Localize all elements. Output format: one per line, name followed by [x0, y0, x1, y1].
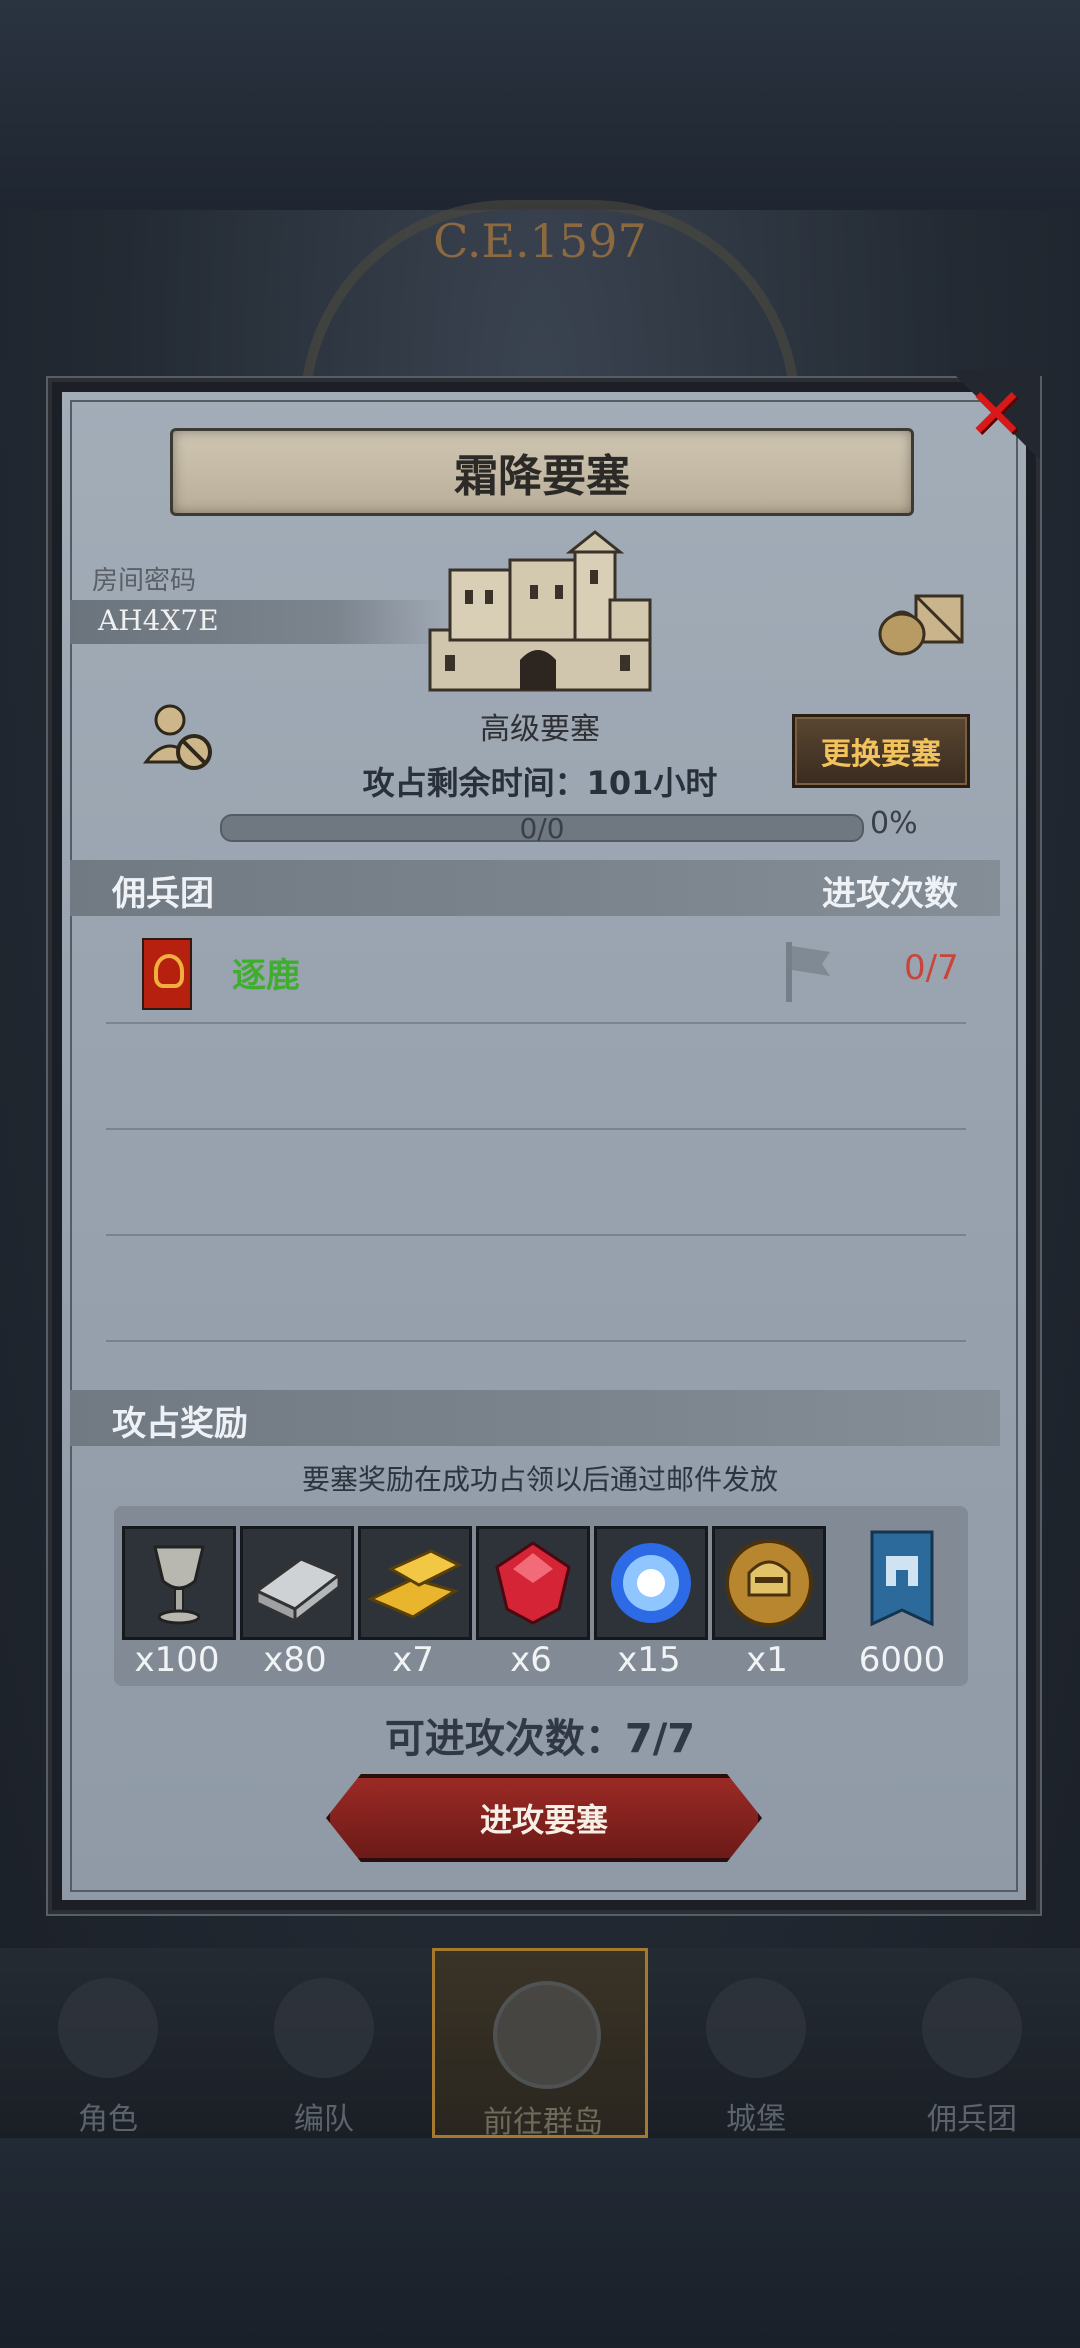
close-icon[interactable]: ✕ — [960, 378, 1032, 450]
reward-item-medal[interactable] — [712, 1526, 826, 1640]
title-banner: 霜降要塞 — [170, 428, 914, 516]
row-divider — [106, 1022, 966, 1024]
supplies-icon[interactable] — [876, 588, 966, 658]
nav-label: 角色 — [78, 2102, 138, 2137]
nav-item-islands[interactable]: 前往群岛 — [432, 1948, 648, 2140]
compass-map-icon — [493, 1981, 601, 2089]
knight-icon — [58, 1978, 158, 2078]
nav-item-castle[interactable]: 城堡 — [648, 1948, 864, 2138]
year-label: C.E.1597 — [433, 214, 647, 268]
change-fortress-button[interactable]: 更换要塞 — [792, 714, 970, 788]
change-fortress-label: 更换要塞 — [821, 737, 941, 772]
reward-qty: x1 — [746, 1640, 788, 1680]
row-divider — [106, 1234, 966, 1236]
reward-item-crystal[interactable] — [594, 1526, 708, 1640]
nav-item-formation[interactable]: 编队 — [216, 1948, 432, 2138]
attack-fortress-button[interactable]: 进攻要塞 — [326, 1774, 762, 1862]
guild-attack-count: 0/7 — [904, 948, 959, 988]
nav-label: 佣兵团 — [927, 2102, 1017, 2137]
fortress-banner-icon — [870, 1530, 934, 1627]
mercenary-section-title: 佣兵团 — [112, 874, 214, 914]
capture-progress-bar: 0/0 — [220, 812, 864, 845]
reward-qty: x100 — [134, 1640, 220, 1680]
row-divider — [106, 1340, 966, 1342]
blue-crystal-icon — [611, 1543, 691, 1623]
progress-text: 0/0 — [519, 812, 565, 845]
castle-icon — [428, 530, 652, 692]
helmet-medal-icon — [725, 1539, 813, 1627]
castle-icon — [706, 1978, 806, 2078]
reward-item-banner[interactable] — [848, 1526, 956, 1634]
flag-icon — [786, 942, 830, 1002]
gold-bars-icon — [367, 1549, 463, 1619]
chalice-icon — [153, 1545, 205, 1625]
nav-item-character[interactable]: 角色 — [0, 1948, 216, 2138]
reward-note: 要塞奖励在成功占领以后通过邮件发放 — [301, 1463, 778, 1496]
guild-name[interactable]: 逐鹿 — [232, 948, 300, 997]
nav-label: 城堡 — [726, 2102, 786, 2137]
reward-qty: 6000 — [858, 1640, 946, 1680]
reward-item-chalice[interactable] — [122, 1526, 236, 1640]
nav-item-mercenary[interactable]: 佣兵团 — [864, 1948, 1080, 2138]
leave-group-icon[interactable] — [142, 700, 216, 774]
time-remaining-value: 101小时 — [586, 764, 718, 802]
guild-banner-icon — [142, 938, 192, 1010]
remaining-attempts: 可进攻次数：7/7 — [384, 1716, 696, 1762]
nav-label: 编队 — [294, 2102, 354, 2137]
mercenary-icon — [922, 1978, 1022, 2078]
reward-section-title: 攻占奖励 — [112, 1404, 248, 1444]
reward-item-gold[interactable] — [358, 1526, 472, 1640]
progress-percent: 0% — [870, 806, 918, 841]
page-title: 霜降要塞 — [454, 451, 630, 502]
reward-item-iron[interactable] — [240, 1526, 354, 1640]
iron-ingot-icon — [254, 1557, 342, 1625]
bottom-band — [0, 2138, 1080, 2346]
reward-item-ruby[interactable] — [476, 1526, 590, 1640]
ruby-icon — [495, 1541, 571, 1625]
room-code-value[interactable]: AH4X7E — [98, 604, 219, 637]
attack-fortress-label: 进攻要塞 — [479, 1801, 608, 1839]
reward-qty: x15 — [617, 1640, 681, 1680]
top-status-band — [0, 0, 1080, 210]
reward-qty: x6 — [510, 1640, 552, 1680]
time-remaining-label: 攻占剩余时间： — [362, 764, 587, 802]
reward-qty: x80 — [263, 1640, 327, 1680]
reward-qty: x7 — [392, 1640, 434, 1680]
nav-label: 前往群岛 — [483, 2105, 603, 2140]
attacks-header: 进攻次数 — [822, 874, 958, 914]
row-divider — [106, 1128, 966, 1130]
room-password-label: 房间密码 — [92, 566, 197, 596]
helmet-icon — [274, 1978, 374, 2078]
